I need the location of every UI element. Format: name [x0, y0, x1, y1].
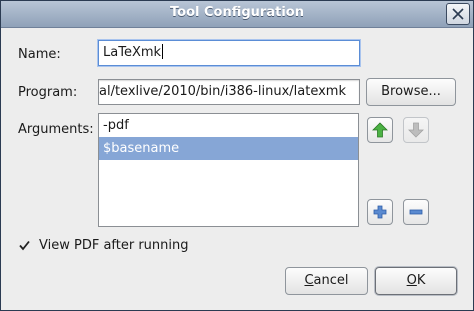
text-cursor [162, 44, 164, 59]
checkmark-icon [19, 240, 30, 251]
list-item[interactable]: -pdf [99, 114, 358, 137]
cancel-button-label: Cancel [304, 273, 349, 288]
name-label: Name: [18, 47, 61, 62]
remove-argument-button[interactable] [403, 199, 429, 225]
ok-button[interactable]: OK [375, 267, 457, 295]
close-icon [452, 8, 464, 20]
program-value: al/texlive/2010/bin/i386-linux/latexmk [99, 84, 346, 99]
ok-button-label: OK [406, 273, 426, 288]
mnemonic-letter: O [406, 273, 417, 288]
close-button[interactable] [446, 3, 470, 25]
add-argument-button[interactable] [367, 199, 393, 225]
arguments-label: Arguments: [18, 122, 94, 137]
view-pdf-checkbox[interactable] [18, 239, 31, 252]
browse-button[interactable]: Browse... [366, 78, 456, 106]
mnemonic-letter: C [304, 273, 314, 288]
cancel-button[interactable]: Cancel [285, 267, 368, 295]
list-item[interactable]: $basename [99, 137, 358, 160]
dialog-window: Tool Configuration Name: LaTeXmk Program… [0, 0, 474, 311]
view-pdf-label[interactable]: View PDF after running [39, 238, 189, 253]
plus-icon [373, 205, 387, 219]
program-label: Program: [18, 85, 78, 100]
program-field[interactable]: al/texlive/2010/bin/i386-linux/latexmk [98, 79, 360, 105]
name-value: LaTeXmk [103, 45, 162, 60]
arrow-down-icon [408, 122, 424, 138]
arrow-up-icon [372, 122, 388, 138]
window-title: Tool Configuration [170, 5, 304, 20]
titlebar[interactable]: Tool Configuration [1, 1, 473, 28]
move-up-button[interactable] [367, 117, 393, 143]
name-field[interactable]: LaTeXmk [98, 40, 360, 66]
minus-icon [409, 209, 423, 215]
arguments-list[interactable]: -pdf $basename [98, 113, 359, 227]
move-down-button[interactable] [403, 117, 429, 143]
